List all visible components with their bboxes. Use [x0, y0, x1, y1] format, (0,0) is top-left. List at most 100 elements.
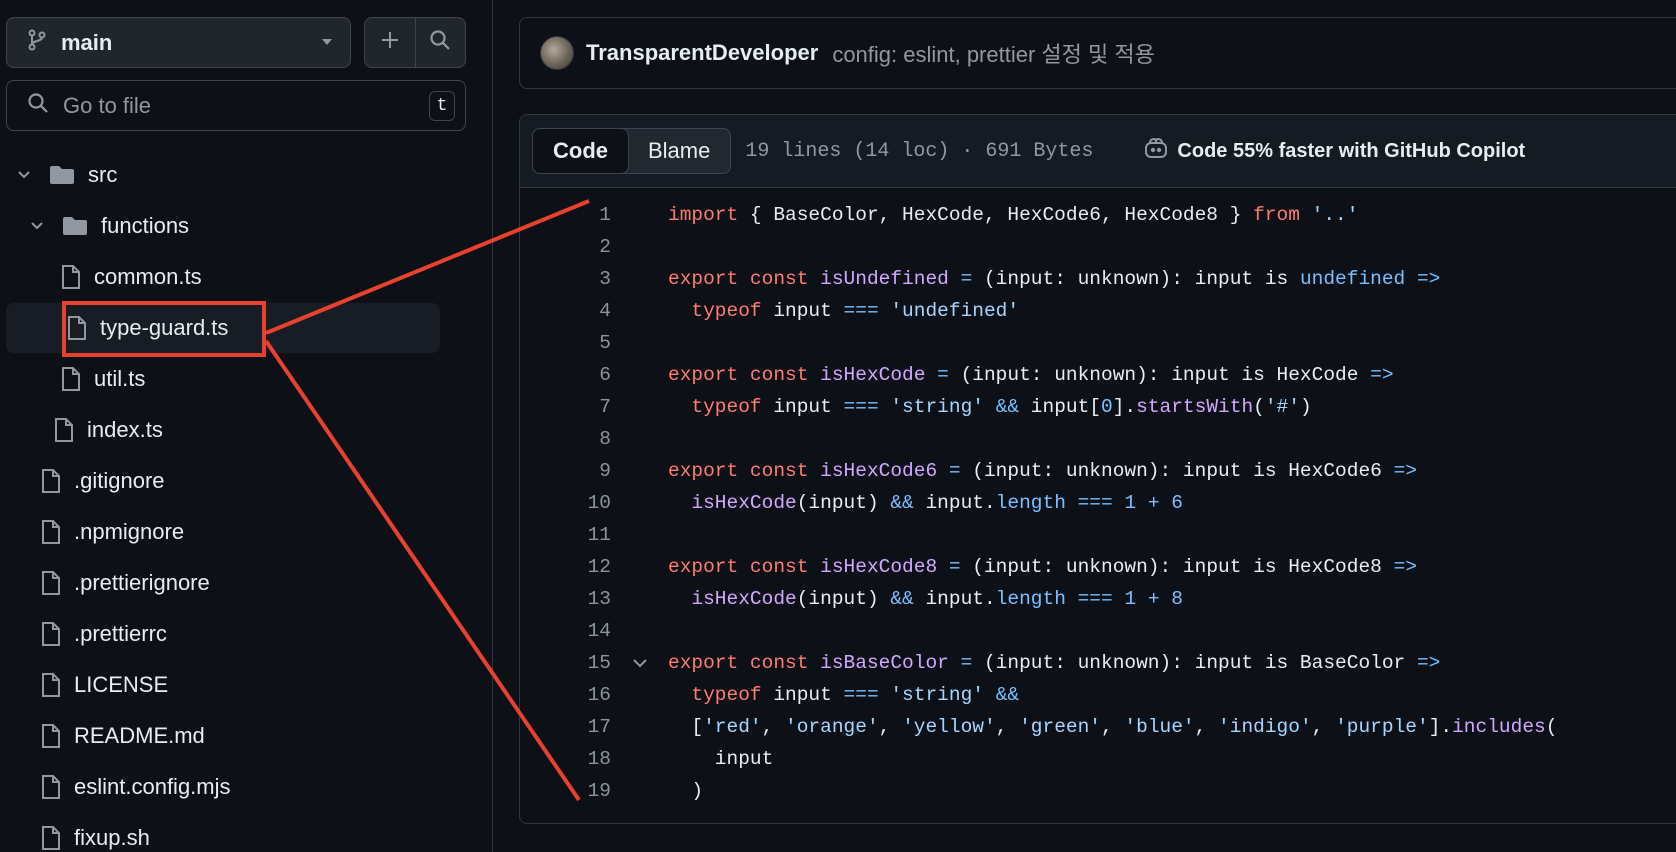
code-token: === — [843, 684, 879, 706]
tree-item-label: .prettierignore — [74, 570, 210, 595]
search-button[interactable] — [414, 18, 466, 67]
code-token: + — [1147, 588, 1160, 610]
blame-tab[interactable]: Blame — [628, 129, 730, 173]
go-to-file-input[interactable] — [63, 92, 429, 119]
code-line: 15 export const isBaseColor = (input: unk… — [520, 647, 1676, 679]
line-number[interactable]: 12 — [520, 556, 611, 578]
tree-file[interactable]: .prettierignore — [0, 558, 440, 608]
search-icon — [27, 92, 49, 119]
line-number[interactable]: 3 — [520, 268, 611, 290]
file-icon — [40, 468, 62, 494]
tree-file[interactable]: .npmignore — [0, 507, 440, 557]
line-number[interactable]: 15 — [520, 652, 611, 674]
fold-chevron-icon[interactable] — [611, 658, 668, 668]
code-text: isHexCode(input) && input.length === 1 +… — [668, 588, 1183, 610]
tree-file[interactable]: common.ts — [0, 252, 440, 302]
commit-author[interactable]: TransparentDeveloper — [586, 40, 818, 66]
code-token: isBaseColor — [820, 652, 949, 674]
file-header: Code Blame 19 lines (14 loc) · 691 Bytes… — [520, 115, 1676, 188]
line-number[interactable]: 18 — [520, 748, 611, 770]
line-number[interactable]: 2 — [520, 236, 611, 258]
tree-file[interactable]: eslint.config.mjs — [0, 762, 440, 812]
code-token: const — [749, 652, 809, 674]
code-token: 6 — [1171, 492, 1183, 514]
code-token: , — [761, 716, 786, 738]
code-token: input — [761, 300, 844, 322]
tree-file[interactable]: index.ts — [0, 405, 440, 455]
tree-file[interactable]: .gitignore — [0, 456, 440, 506]
tree-file[interactable]: README.md — [0, 711, 440, 761]
branch-selector-button[interactable]: main — [6, 17, 351, 68]
line-number[interactable]: 8 — [520, 428, 611, 450]
chevron-down-icon[interactable] — [27, 221, 47, 231]
tree-folder[interactable]: src — [0, 150, 440, 200]
tree-item-label: eslint.config.mjs — [74, 774, 231, 799]
tree-item-label: index.ts — [87, 417, 163, 442]
line-number[interactable]: 16 — [520, 684, 611, 706]
tree-item-label: functions — [101, 213, 190, 238]
search-icon — [429, 29, 451, 56]
line-number[interactable]: 5 — [520, 332, 611, 354]
code-token: length — [995, 492, 1066, 514]
tree-item-label: .npmignore — [74, 519, 185, 544]
code-text: export const isUndefined = (input: unkno… — [668, 268, 1440, 290]
code-token: === — [843, 300, 879, 322]
code-token: const — [749, 460, 809, 482]
copilot-promo[interactable]: Code 55% faster with GitHub Copilot — [1143, 137, 1525, 165]
code-token: 'string' — [890, 684, 984, 706]
code-token: 'orange' — [785, 716, 879, 738]
line-number[interactable]: 13 — [520, 588, 611, 610]
code-token: 1 — [1124, 492, 1137, 514]
tree-folder[interactable]: functions — [0, 201, 440, 251]
tree-actions — [364, 17, 466, 68]
code-token: ) — [668, 780, 704, 802]
code-token: 'red' — [703, 716, 762, 738]
line-number[interactable]: 10 — [520, 492, 611, 514]
tree-file[interactable]: fixup.sh — [0, 813, 440, 852]
code-token: = — [960, 652, 973, 674]
line-number[interactable]: 9 — [520, 460, 611, 482]
code-line: 17 ['red', 'orange', 'yellow', 'green', … — [520, 711, 1676, 743]
line-number[interactable]: 19 — [520, 780, 611, 802]
tree-file[interactable]: LICENSE — [0, 660, 440, 710]
line-number[interactable]: 7 — [520, 396, 611, 418]
code-token: 1 — [1124, 588, 1137, 610]
chevron-down-icon[interactable] — [14, 170, 34, 180]
code-token: = — [937, 364, 949, 386]
tree-item-label: common.ts — [94, 264, 202, 289]
plus-icon — [379, 29, 401, 56]
line-number[interactable]: 4 — [520, 300, 611, 322]
line-number[interactable]: 11 — [520, 524, 611, 546]
line-number[interactable]: 1 — [520, 204, 611, 226]
line-number[interactable]: 14 — [520, 620, 611, 642]
github-file-view: main t srcfunctionscomm — [0, 0, 1676, 852]
add-file-button[interactable] — [365, 18, 415, 67]
line-number[interactable]: 6 — [520, 364, 611, 386]
code-token: , — [1311, 716, 1336, 738]
code-token: , — [1101, 716, 1125, 738]
code-token: && — [890, 588, 914, 610]
tree-file[interactable]: type-guard.ts — [6, 303, 440, 353]
code-token: 'undefined' — [890, 300, 1020, 322]
code-token: 'indigo' — [1218, 716, 1312, 738]
code-token: && — [995, 684, 1020, 706]
line-number[interactable]: 17 — [520, 716, 611, 738]
code-tab[interactable]: Code — [533, 129, 629, 173]
avatar[interactable] — [540, 36, 574, 70]
tree-file[interactable]: util.ts — [0, 354, 440, 404]
commit-message[interactable]: config: eslint, prettier 설정 및 적용 — [832, 37, 1155, 69]
tree-file[interactable]: .prettierrc — [0, 609, 440, 659]
code-token: import — [668, 204, 739, 226]
